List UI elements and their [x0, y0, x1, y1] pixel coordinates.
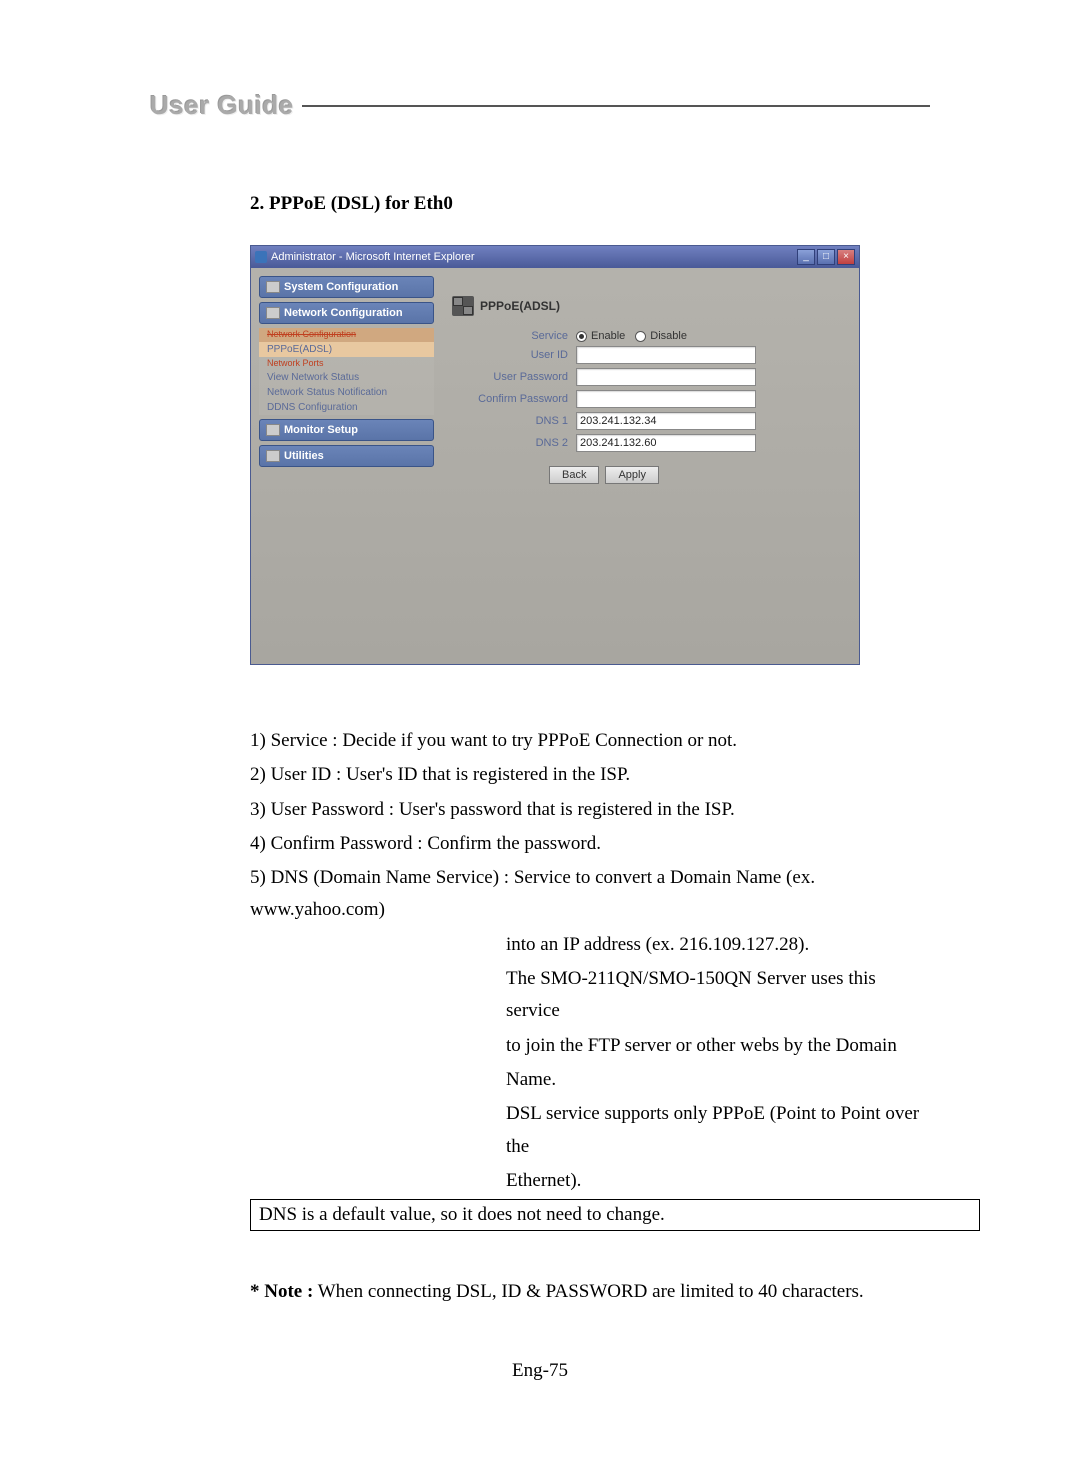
service-radios: Enable Disable	[576, 330, 756, 342]
boxed-note: DNS is a default value, so it does not n…	[250, 1199, 980, 1231]
sidebar-sub-view-status[interactable]: View Network Status	[259, 370, 434, 385]
desc-line-4: 4) Confirm Password : Confirm the passwo…	[250, 828, 930, 860]
desc-line-5: 5) DNS (Domain Name Service) : Service t…	[250, 862, 930, 927]
sidebar-item-system-configuration[interactable]: System Configuration	[259, 276, 434, 298]
monitor-icon	[266, 424, 280, 436]
label-user-id: User ID	[452, 349, 572, 361]
content-pane: PPPoE(ADSL) Service Enable Disable User …	[442, 276, 851, 656]
dns-line-b: The SMO-211QN/SMO-150QN Server uses this…	[506, 963, 930, 1028]
sidebar-sub-ddns[interactable]: DDNS Configuration	[259, 400, 434, 415]
desc-line-2: 2) User ID : User's ID that is registere…	[250, 759, 930, 791]
dns-line-d: Name.	[506, 1064, 930, 1096]
ie-icon	[255, 251, 267, 263]
sidebar-label: Monitor Setup	[284, 424, 358, 436]
input-user-id[interactable]	[576, 346, 756, 364]
radio-disable-label: Disable	[650, 330, 687, 342]
dns-description: into an IP address (ex. 216.109.127.28).…	[506, 929, 930, 1197]
guide-title: User Guide	[150, 90, 294, 121]
sidebar-sub-pppoe[interactable]: PPPoE(ADSL)	[259, 342, 434, 357]
desc-line-1: 1) Service : Decide if you want to try P…	[250, 725, 930, 757]
embedded-screenshot: Administrator - Microsoft Internet Explo…	[250, 245, 860, 665]
header: User Guide	[150, 90, 930, 121]
minimize-button[interactable]: _	[797, 249, 815, 265]
input-dns1[interactable]	[576, 412, 756, 430]
sidebar-sub-ports[interactable]: Network Ports	[259, 357, 434, 371]
sidebar-item-utilities[interactable]: Utilities	[259, 445, 434, 467]
label-dns1: DNS 1	[452, 415, 572, 427]
maximize-button[interactable]: □	[817, 249, 835, 265]
dns-line-c: to join the FTP server or other webs by …	[506, 1030, 930, 1062]
page-number: Eng-75	[0, 1360, 1080, 1382]
radio-disable[interactable]	[635, 331, 646, 342]
dns-line-e: DSL service supports only PPPoE (Point t…	[506, 1098, 930, 1163]
sidebar-item-network-configuration[interactable]: Network Configuration	[259, 302, 434, 324]
section-title: 2. PPPoE (DSL) for Eth0	[250, 193, 930, 215]
radio-enable-label: Enable	[591, 330, 625, 342]
back-button[interactable]: Back	[549, 466, 599, 484]
sidebar-sub-networkconf[interactable]: Network Configuration	[259, 328, 434, 342]
pppoe-form: Service Enable Disable User ID User Pass…	[452, 330, 841, 484]
input-dns2[interactable]	[576, 434, 756, 452]
radio-enable[interactable]	[576, 331, 587, 342]
content-heading-text: PPPoE(ADSL)	[480, 299, 560, 313]
label-user-password: User Password	[452, 371, 572, 383]
label-confirm-password: Confirm Password	[452, 393, 572, 405]
sidebar-label: Network Configuration	[284, 307, 403, 319]
footnote-prefix: * Note :	[250, 1281, 313, 1302]
network-icon	[452, 296, 474, 316]
sidebar-item-monitor-setup[interactable]: Monitor Setup	[259, 419, 434, 441]
label-service: Service	[452, 330, 572, 342]
input-confirm-password[interactable]	[576, 390, 756, 408]
footnote: * Note : When connecting DSL, ID & PASSW…	[250, 1281, 930, 1303]
system-config-icon	[266, 281, 280, 293]
footnote-text: When connecting DSL, ID & PASSWORD are l…	[313, 1281, 863, 1302]
dns-line-f: Ethernet).	[506, 1165, 930, 1197]
description-list: 1) Service : Decide if you want to try P…	[250, 725, 930, 927]
desc-line-3: 3) User Password : User's password that …	[250, 794, 930, 826]
apply-button[interactable]: Apply	[605, 466, 659, 484]
sidebar-label: Utilities	[284, 450, 324, 462]
window-titlebar: Administrator - Microsoft Internet Explo…	[251, 246, 859, 268]
utilities-icon	[266, 450, 280, 462]
network-config-icon	[266, 307, 280, 319]
content-heading: PPPoE(ADSL)	[452, 296, 841, 316]
sidebar-sub-notification[interactable]: Network Status Notification	[259, 385, 434, 400]
sidebar: System Configuration Network Configurati…	[259, 276, 434, 656]
header-rule	[302, 105, 930, 107]
sidebar-label: System Configuration	[284, 281, 398, 293]
label-dns2: DNS 2	[452, 437, 572, 449]
input-user-password[interactable]	[576, 368, 756, 386]
dns-line-a: into an IP address (ex. 216.109.127.28).	[506, 929, 930, 961]
window-title: Administrator - Microsoft Internet Explo…	[271, 251, 475, 263]
sidebar-sublist: Network Configuration PPPoE(ADSL) Networ…	[259, 328, 434, 415]
close-button[interactable]: ×	[837, 249, 855, 265]
